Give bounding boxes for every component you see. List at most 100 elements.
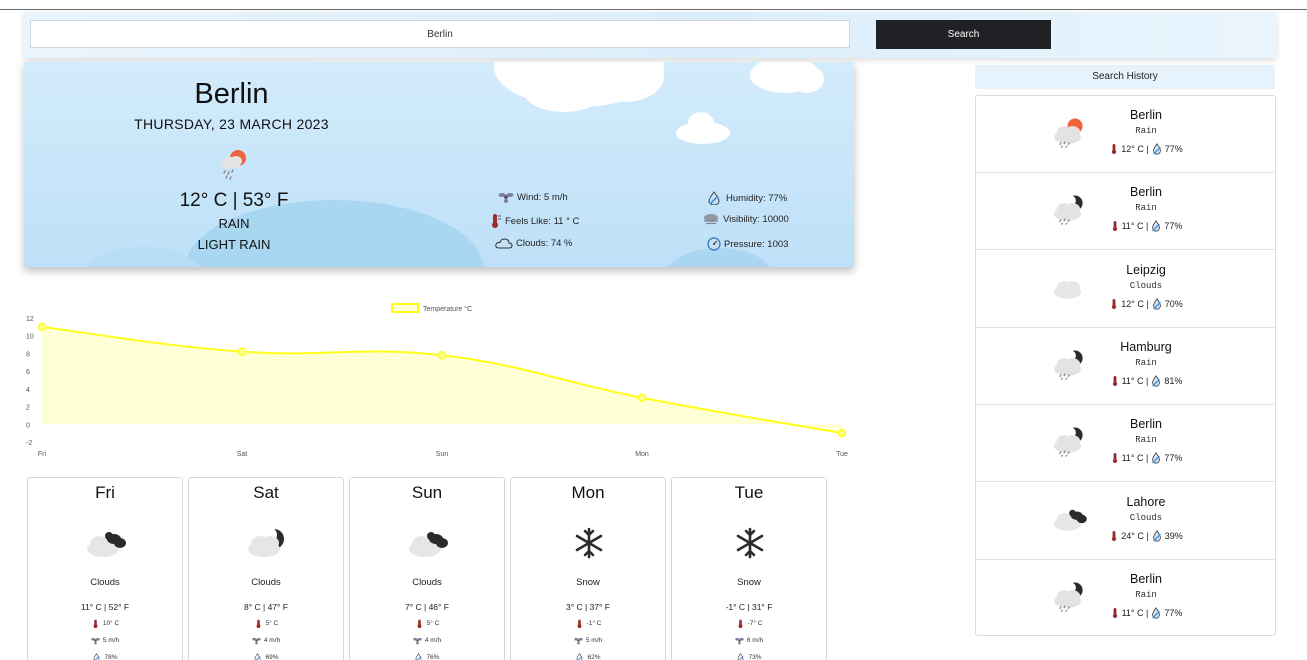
history-humidity: 77%	[1164, 221, 1183, 232]
x-tick-label: Sat	[237, 451, 248, 458]
forecast-humidity: 76%	[350, 653, 504, 660]
search-input[interactable]	[30, 20, 850, 48]
history-stats: 11° C | 77%	[1101, 606, 1191, 619]
current-weather-card: Berlin THURSDAY, 23 MARCH 2023 12° C | 5…	[24, 62, 854, 267]
gauge-icon	[707, 237, 721, 251]
forecast-wind: 6 m/h	[672, 636, 826, 645]
x-tick-label: Fri	[38, 451, 47, 458]
wind-icon	[91, 637, 100, 645]
history-city: Lahore	[1126, 494, 1166, 509]
humidity-icon	[1152, 220, 1161, 232]
y-tick-label: 0	[26, 422, 30, 429]
current-city: Berlin	[194, 78, 269, 110]
search-button[interactable]: Search	[876, 20, 1051, 49]
visibility-detail: Visibility: 10000	[702, 213, 789, 225]
forecast-feels-text: 5° C	[426, 620, 440, 627]
thermometer-icon	[93, 619, 98, 628]
history-item[interactable]: Berlin Rain 12° C | 77%	[976, 96, 1275, 173]
y-tick-label: 4	[26, 387, 30, 394]
feels-like-detail: Feels Like: 11 ° C	[488, 213, 579, 229]
forecast-day: Sun	[411, 483, 443, 502]
forecast-day: Sat	[253, 483, 279, 502]
search-history-title: Search History	[975, 65, 1275, 89]
humidity-icon	[577, 653, 583, 660]
forecast-icon-wrap	[564, 525, 614, 561]
humidity-icon	[416, 653, 422, 660]
thermometer-icon	[417, 619, 422, 628]
history-item[interactable]: Berlin Rain 11° C | 77%	[976, 560, 1275, 637]
forecast-feels: -7° C	[672, 619, 826, 628]
thermometer-icon	[1112, 453, 1117, 464]
history-temp: 11° C |	[1121, 221, 1149, 232]
history-stats: 11° C | 77%	[1101, 220, 1191, 232]
forecast-humidity-text: 78%	[104, 654, 118, 660]
forecast-card: Mon Snow 3° C | 37° F -1° C 5 m/h 62%	[510, 477, 666, 660]
forecast-wind: 4 m/h	[189, 636, 343, 645]
wind-icon	[735, 637, 744, 645]
rain-sun-icon	[221, 150, 246, 180]
snowflake-icon	[736, 527, 764, 559]
forecast-condition: Clouds	[251, 577, 281, 588]
y-tick-label: -2	[26, 440, 32, 447]
history-item[interactable]: Leipzig Clouds 12° C | 70%	[976, 251, 1275, 328]
forecast-wind-text: 4 m/h	[424, 637, 442, 644]
history-item[interactable]: Berlin Rain 11° C | 77%	[976, 173, 1275, 251]
forecast-wind: 5 m/h	[511, 636, 665, 645]
decor-cloud	[688, 112, 714, 134]
current-condition: RAIN	[218, 216, 250, 231]
x-tick-label: Tue	[836, 451, 848, 458]
history-condition: Rain	[1135, 203, 1157, 214]
history-icon-wrap	[1049, 346, 1091, 382]
history-condition: Rain	[1135, 589, 1157, 600]
y-tick-label: 12	[26, 316, 34, 323]
history-item[interactable]: Lahore Clouds 24° C | 39%	[976, 483, 1275, 560]
history-condition: Clouds	[1129, 280, 1163, 291]
x-tick-label: Sun	[436, 451, 449, 458]
forecast-humidity-text: 76%	[426, 654, 440, 660]
forecast-condition: Clouds	[90, 577, 120, 588]
history-icon-wrap	[1049, 191, 1091, 227]
history-temp: 11° C |	[1121, 453, 1149, 464]
y-tick-label: 8	[26, 351, 30, 358]
clouds-text: Clouds: 74 %	[516, 237, 573, 249]
history-humidity: 81%	[1164, 375, 1183, 386]
forecast-feels-text: -1° C	[586, 620, 602, 627]
history-city: Leipzig	[1126, 262, 1166, 277]
history-icon-wrap	[1049, 269, 1091, 305]
history-item[interactable]: Berlin Rain 11° C | 77%	[976, 405, 1275, 483]
forecast-wind: 5 m/h	[28, 636, 182, 645]
history-item[interactable]: Hamburg Rain 11° C | 81%	[976, 328, 1275, 405]
forecast-icon-wrap	[725, 525, 775, 561]
rain-moon-icon	[1054, 427, 1083, 457]
forecast-humidity-text: 69%	[265, 654, 279, 660]
history-stats: 12° C | 77%	[1101, 143, 1191, 155]
history-icon-wrap	[1049, 423, 1091, 459]
history-humidity: 77%	[1164, 453, 1183, 464]
data-point	[37, 322, 47, 332]
humidity-icon	[1152, 606, 1161, 619]
history-icon-wrap	[1049, 501, 1091, 537]
thermometer-icon	[492, 214, 501, 228]
forecast-card: Tue Snow -1° C | 31° F -7° C 6 m/h 73%	[671, 477, 827, 660]
history-city: Berlin	[1130, 571, 1162, 586]
history-humidity: 39%	[1164, 530, 1183, 541]
forecast-humidity: 78%	[28, 653, 182, 660]
rain-moon-icon	[1054, 582, 1083, 612]
forecast-day: Tue	[734, 483, 764, 502]
wind-detail: Wind: 5 m/h	[498, 191, 568, 203]
humidity-icon	[1152, 375, 1161, 387]
y-tick-label: 10	[26, 334, 34, 341]
rain-moon-icon	[1054, 350, 1083, 380]
humidity-icon	[1152, 452, 1161, 464]
forecast-icon-wrap	[242, 525, 292, 561]
forecast-temperature: 11° C | 52° F	[80, 602, 130, 612]
history-city: Berlin	[1130, 185, 1162, 200]
thermometer-icon	[577, 619, 581, 628]
forecast-card: Sat Clouds 8° C | 47° F 5° C 4 m/h 69%	[188, 477, 344, 660]
temperature-chart: -2 0 2 4 6 8 10 12 Fri Sat Sun Mon Tue Temperature °C	[20, 296, 860, 466]
visibility-text: Visibility: 10000	[723, 213, 789, 225]
history-condition: Rain	[1135, 126, 1157, 136]
history-stats: 12° C | 70%	[1101, 297, 1191, 310]
history-temp: 11° C |	[1121, 607, 1149, 618]
history-stats: 11° C | 81%	[1101, 375, 1191, 387]
